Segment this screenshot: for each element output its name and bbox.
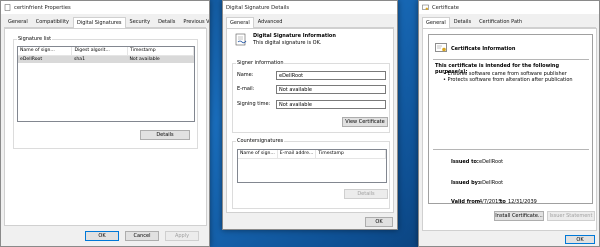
tab-digital-signatures[interactable]: Digital Signatures bbox=[73, 17, 126, 28]
issued-to-label: Issued to: bbox=[451, 159, 479, 165]
signature-list[interactable]: Name of sign... Digest algorit... Timest… bbox=[17, 46, 195, 122]
signature-info-title: Digital Signature Information bbox=[253, 33, 336, 39]
signature-details-window: Digital Signature Details General Advanc… bbox=[222, 0, 398, 230]
tab-compatibility[interactable]: Compatibility bbox=[32, 16, 73, 27]
valid-to-label: to bbox=[500, 199, 506, 205]
signature-icon bbox=[235, 33, 247, 47]
column-header-email[interactable]: E-mail addre... bbox=[277, 150, 317, 159]
tab-details[interactable]: Details bbox=[154, 16, 179, 27]
certificate-window: Certificate General Details Certificatio… bbox=[418, 0, 600, 247]
certificate-tab-pane: Certificate Information This certificate… bbox=[422, 28, 597, 231]
tab-security[interactable]: Security bbox=[126, 16, 155, 27]
divider bbox=[433, 59, 589, 60]
signer-information-label: Signer information bbox=[236, 60, 285, 66]
details-button[interactable]: Details bbox=[140, 130, 190, 140]
cancel-button[interactable]: Cancel bbox=[125, 231, 159, 241]
signing-time-label: Signing time: bbox=[237, 101, 271, 107]
certificate-titlebar[interactable]: Certificate bbox=[419, 1, 599, 14]
tab-previous-versions[interactable]: Previous Versions bbox=[179, 16, 209, 27]
column-header-name[interactable]: Name of sign... bbox=[238, 150, 278, 159]
properties-titlebar[interactable]: certinfrient Properties bbox=[1, 1, 209, 14]
cell-timestamp: Not available bbox=[127, 55, 194, 63]
signature-list-group: Signature list Name of sign... Digest al… bbox=[13, 36, 198, 149]
tab-certification-path[interactable]: Certification Path bbox=[475, 16, 526, 27]
name-label: Name: bbox=[237, 72, 254, 78]
signer-information-group: Signer information Name: eDellRoot E-mai… bbox=[232, 60, 390, 133]
issued-by-label: Issued by: bbox=[451, 180, 480, 186]
certificate-large-icon bbox=[435, 43, 447, 53]
signature-details-titlebar[interactable]: Digital Signature Details bbox=[223, 1, 397, 14]
countersignatures-group: Countersignatures Name of sign... E-mail… bbox=[232, 138, 390, 209]
signature-tabs: General Advanced bbox=[226, 17, 394, 28]
tab-general[interactable]: General bbox=[4, 16, 32, 27]
signature-list-label: Signature list bbox=[17, 36, 53, 42]
window-title: Certificate bbox=[432, 4, 459, 11]
issued-to-value: eDellRoot bbox=[479, 159, 504, 165]
table-row[interactable]: eDellRoot sha1 Not available bbox=[18, 55, 194, 63]
purpose-item-text: Protects software from alteration after … bbox=[447, 77, 573, 83]
valid-to-value: 12/31/2039 bbox=[508, 199, 537, 205]
column-header-timestamp[interactable]: Timestamp bbox=[127, 47, 194, 56]
valid-from-label: Valid from bbox=[451, 199, 481, 205]
email-label: E-mail: bbox=[237, 86, 255, 92]
properties-tab-pane: Signature list Name of sign... Digest al… bbox=[4, 28, 207, 226]
email-field[interactable]: Not available bbox=[276, 85, 386, 94]
countersignatures-label: Countersignatures bbox=[236, 138, 285, 144]
issued-by-value: eDellRoot bbox=[479, 180, 504, 186]
view-certificate-button[interactable]: View Certificate bbox=[342, 117, 388, 127]
signature-tab-pane: Digital Signature Information This digit… bbox=[226, 28, 394, 213]
certificate-info-panel: Certificate Information This certificate… bbox=[428, 34, 593, 205]
signing-time-field[interactable]: Not available bbox=[276, 100, 386, 109]
certificate-info-title: Certificate Information bbox=[451, 46, 516, 52]
issuer-statement-button[interactable]: Issuer Statement bbox=[547, 211, 595, 221]
ok-button[interactable]: OK bbox=[365, 217, 393, 227]
properties-window: certinfrient Properties General Compatib… bbox=[0, 0, 210, 247]
name-field[interactable]: eDellRoot bbox=[276, 71, 386, 80]
valid-from-value: 4/7/2015 bbox=[479, 199, 502, 205]
tab-general[interactable]: General bbox=[422, 17, 450, 28]
file-icon bbox=[4, 4, 11, 11]
cell-digest: sha1 bbox=[71, 55, 128, 63]
certificate-icon bbox=[422, 4, 429, 11]
certificate-tabs: General Details Certification Path bbox=[422, 17, 596, 28]
divider bbox=[433, 149, 589, 150]
countersignature-list[interactable]: Name of sign... E-mail addre... Timestam… bbox=[237, 149, 387, 183]
tab-general[interactable]: General bbox=[226, 17, 254, 28]
tab-details[interactable]: Details bbox=[450, 16, 475, 27]
window-title: Digital Signature Details bbox=[226, 4, 290, 11]
purpose-item: • Protects software from alteration afte… bbox=[443, 77, 573, 83]
column-header-digest[interactable]: Digest algorit... bbox=[71, 47, 128, 56]
window-title: certinfrient Properties bbox=[14, 4, 71, 11]
ok-button[interactable]: OK bbox=[85, 231, 119, 241]
countersignature-details-button[interactable]: Details bbox=[344, 189, 388, 199]
properties-tabs: General Compatibility Digital Signatures… bbox=[4, 16, 209, 28]
ok-button[interactable]: OK bbox=[565, 235, 595, 244]
install-certificate-button[interactable]: Install Certificate... bbox=[494, 211, 544, 221]
tab-advanced[interactable]: Advanced bbox=[254, 16, 287, 27]
signature-info-text: This digital signature is OK. bbox=[253, 40, 322, 46]
column-header-name[interactable]: Name of sign... bbox=[18, 47, 73, 56]
apply-button[interactable]: Apply bbox=[165, 231, 199, 241]
column-header-timestamp[interactable]: Timestamp bbox=[315, 150, 386, 159]
cell-signer-name: eDellRoot bbox=[18, 55, 72, 63]
